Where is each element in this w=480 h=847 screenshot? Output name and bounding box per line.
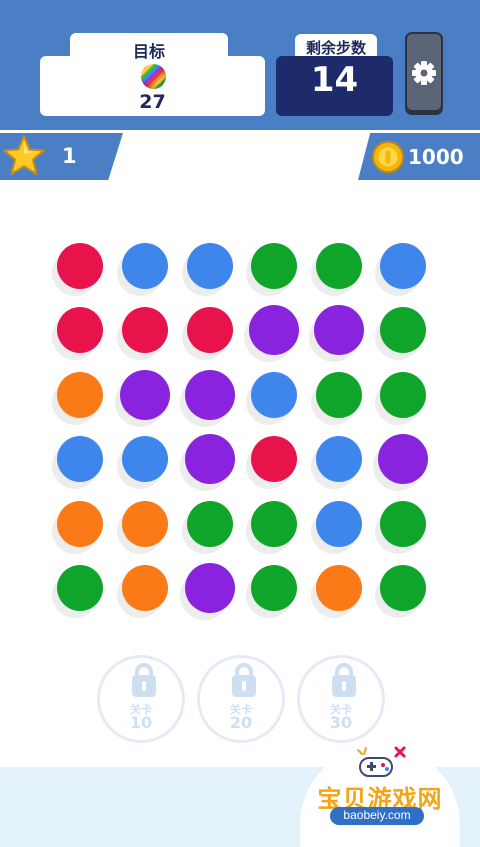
level-lock-10[interactable]: 关卡 10 <box>97 655 185 743</box>
gamepad-icon <box>357 746 406 777</box>
ball-red[interactable] <box>57 307 103 353</box>
ball-orange[interactable] <box>316 565 362 611</box>
ball-purple[interactable] <box>249 305 299 355</box>
ball-purple[interactable] <box>185 563 235 613</box>
lock-keyhole <box>342 681 346 691</box>
level-lock-20[interactable]: 关卡 20 <box>197 655 285 743</box>
lock-level: 10 <box>129 713 153 732</box>
ball-green[interactable] <box>187 501 233 547</box>
lock-keyhole <box>142 681 146 691</box>
ball-purple[interactable] <box>120 370 170 420</box>
ball-blue[interactable] <box>122 436 168 482</box>
ball-green[interactable] <box>380 372 426 418</box>
ball-green[interactable] <box>251 565 297 611</box>
lock-level: 20 <box>229 713 253 732</box>
lock-keyhole <box>242 681 246 691</box>
ball-red[interactable] <box>57 243 103 289</box>
ball-red[interactable] <box>251 436 297 482</box>
ball-red[interactable] <box>187 307 233 353</box>
ball-orange[interactable] <box>122 501 168 547</box>
ball-purple[interactable] <box>314 305 364 355</box>
watermark-url: baobeiy.com <box>343 808 411 822</box>
ball-green[interactable] <box>251 501 297 547</box>
ball-purple[interactable] <box>185 370 235 420</box>
ball-green[interactable] <box>380 501 426 547</box>
ball-orange[interactable] <box>57 501 103 547</box>
ball-green[interactable] <box>251 243 297 289</box>
ball-blue[interactable] <box>187 243 233 289</box>
ball-blue[interactable] <box>380 243 426 289</box>
ball-blue[interactable] <box>316 436 362 482</box>
ball-orange[interactable] <box>122 565 168 611</box>
lock-level: 30 <box>329 713 353 732</box>
level-lock-30[interactable]: 关卡 30 <box>297 655 385 743</box>
ball-blue[interactable] <box>57 436 103 482</box>
ball-red[interactable] <box>122 307 168 353</box>
ball-green[interactable] <box>316 243 362 289</box>
ball-orange[interactable] <box>57 372 103 418</box>
ball-green[interactable] <box>316 372 362 418</box>
ball-blue[interactable] <box>251 372 297 418</box>
ball-green[interactable] <box>57 565 103 611</box>
ball-purple[interactable] <box>185 434 235 484</box>
ball-green[interactable] <box>380 565 426 611</box>
ball-blue[interactable] <box>316 501 362 547</box>
ball-purple[interactable] <box>378 434 428 484</box>
ball-blue[interactable] <box>122 243 168 289</box>
ball-green[interactable] <box>380 307 426 353</box>
